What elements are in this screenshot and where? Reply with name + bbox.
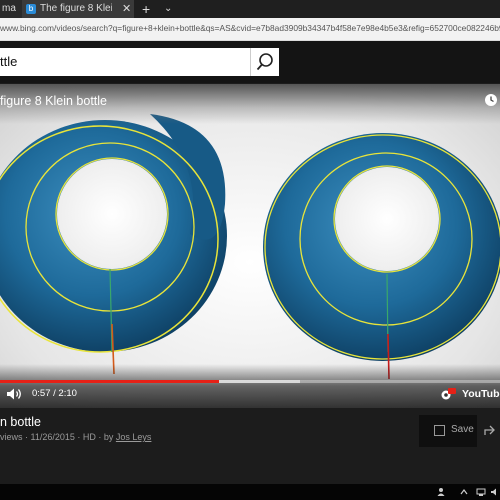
- save-button[interactable]: Save: [419, 415, 477, 447]
- info-title: n bottle: [0, 415, 42, 429]
- address-bar[interactable]: www.bing.com/videos/search?q=figure+8+kl…: [0, 18, 500, 41]
- save-label: Save: [451, 424, 474, 435]
- network-icon[interactable]: [476, 487, 486, 497]
- close-tab-icon[interactable]: ✕: [122, 0, 131, 18]
- tab-active[interactable]: b The figure 8 Klein bott ✕: [22, 0, 134, 18]
- progress-played: [0, 380, 219, 383]
- author-link[interactable]: Jos Leys: [116, 432, 152, 442]
- tab-previous[interactable]: ma: [0, 0, 24, 18]
- time-display: 0:57 / 2:10: [32, 388, 77, 399]
- tab-label: The figure 8 Klein bott: [40, 3, 112, 14]
- chevron-up-icon[interactable]: [459, 487, 469, 497]
- share-icon[interactable]: [484, 424, 498, 436]
- taskbar: [0, 484, 500, 500]
- new-tab-button[interactable]: +: [142, 0, 150, 18]
- video-title[interactable]: figure 8 Klein bottle: [0, 94, 107, 108]
- search-button[interactable]: [250, 48, 279, 76]
- search-header: ttle: [0, 41, 500, 83]
- chevron-down-icon[interactable]: ⌄: [164, 2, 172, 16]
- video-meta: views · 11/26/2015 · HD · by Jos Leys: [0, 432, 151, 442]
- url-text[interactable]: www.bing.com/videos/search?q=figure+8+kl…: [0, 23, 500, 33]
- search-input[interactable]: ttle: [0, 48, 250, 76]
- search-query[interactable]: ttle: [0, 54, 17, 69]
- tab-strip: ma b The figure 8 Klein bott ✕ + ⌄: [0, 0, 500, 18]
- meta-text: views · 11/26/2015 · HD · by: [0, 432, 116, 442]
- controls-overlay: [0, 364, 500, 408]
- left-torus: [0, 114, 227, 375]
- right-torus: [263, 133, 500, 380]
- volume-icon[interactable]: [6, 387, 22, 401]
- tab-label: ma: [2, 3, 16, 14]
- klein-bottle-render: [0, 114, 500, 380]
- save-icon: [434, 425, 445, 436]
- video-info: n bottle views · 11/26/2015 · HD · by Jo…: [0, 408, 500, 484]
- volume-tray-icon[interactable]: [490, 487, 500, 497]
- clock-icon[interactable]: [484, 93, 498, 107]
- bing-icon: b: [26, 4, 36, 14]
- youtube-logo[interactable]: YouTube: [462, 388, 500, 400]
- progress-bar[interactable]: [0, 380, 500, 383]
- settings-gear-icon[interactable]: [440, 388, 456, 400]
- search-icon: [256, 53, 273, 71]
- people-icon[interactable]: [437, 487, 447, 497]
- video-player[interactable]: figure 8 Klein bottle 0:57 / 2:10 YouTub…: [0, 84, 500, 408]
